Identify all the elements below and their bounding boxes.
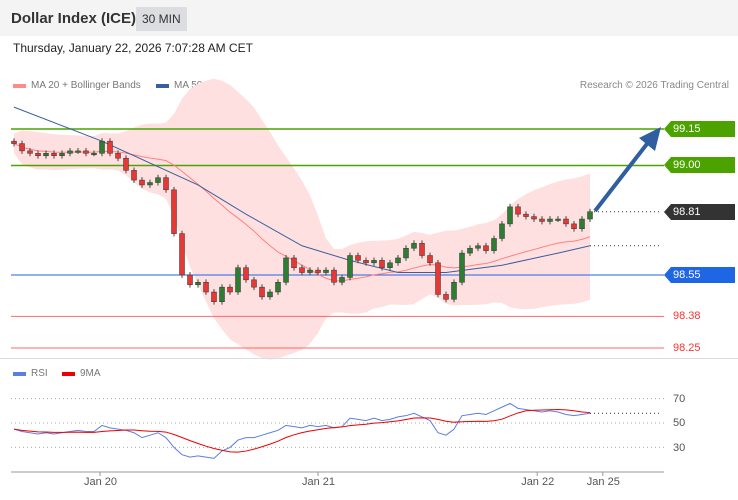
resistance-1-label: 99.00	[664, 157, 735, 173]
candle-down	[483, 245, 489, 251]
candle-up	[475, 245, 481, 249]
candle-down	[363, 260, 369, 264]
panel-divider	[0, 358, 738, 359]
candle-down	[315, 269, 321, 273]
candle-up	[371, 260, 377, 264]
candle-down	[203, 282, 209, 293]
candle-down	[35, 153, 41, 157]
candle-down	[115, 153, 121, 159]
candle-down	[27, 150, 33, 154]
candle-down	[243, 267, 249, 281]
candle-up	[307, 269, 313, 273]
candle-down	[523, 213, 529, 217]
pivot-label: 98.55	[664, 267, 735, 283]
candle-up	[75, 150, 81, 153]
candle-up	[275, 282, 281, 293]
candle-up	[235, 267, 241, 293]
x-tick-label: Jan 25	[586, 476, 620, 488]
candle-up	[147, 182, 153, 186]
candle-up	[587, 211, 593, 220]
candle-up	[155, 177, 161, 183]
candle-down	[187, 274, 193, 285]
candle-up	[459, 252, 465, 283]
candle-up	[387, 262, 393, 268]
candle-up	[59, 153, 65, 157]
candle-up	[195, 282, 201, 285]
candle-up	[67, 150, 73, 154]
candle-down	[379, 260, 385, 268]
candle-down	[211, 291, 217, 302]
candle-down	[427, 255, 433, 264]
candle-down	[571, 223, 577, 230]
candle-down	[515, 206, 521, 215]
candle-up	[283, 257, 289, 283]
candle-up	[43, 153, 49, 157]
candle-up	[339, 277, 345, 283]
candle-down	[51, 153, 57, 157]
candle-up	[403, 247, 409, 259]
rsi-tick-70: 70	[673, 393, 686, 405]
resistance-2-label: 99.15	[664, 121, 735, 137]
support-2-label: 98.25	[673, 342, 701, 354]
candle-down	[83, 150, 89, 154]
last-price-label: 98.81	[664, 204, 735, 220]
candle-up	[555, 218, 561, 221]
candle-down	[179, 233, 185, 276]
candle-down	[291, 257, 297, 268]
bollinger-band	[14, 78, 590, 360]
candle-up	[219, 286, 225, 302]
candle-down	[355, 255, 361, 261]
candle-up	[267, 291, 273, 298]
candle-up	[499, 223, 505, 239]
candle-down	[123, 157, 129, 171]
candle-up	[99, 140, 105, 154]
candle-down	[539, 218, 545, 222]
candle-down	[299, 267, 305, 273]
price-chart	[11, 78, 664, 476]
x-tick-label: Jan 20	[84, 476, 118, 488]
candle-down	[443, 294, 449, 300]
candle-down	[171, 189, 177, 234]
candle-down	[563, 218, 569, 225]
x-tick-label: Jan 21	[302, 476, 336, 488]
candle-down	[131, 170, 137, 181]
forecast-arrow	[593, 138, 652, 213]
candle-down	[139, 179, 145, 186]
candle-up	[395, 257, 401, 264]
candle-up	[347, 255, 353, 278]
candle-down	[435, 262, 441, 295]
candle-up	[507, 206, 513, 225]
candle-down	[107, 140, 113, 154]
candle-up	[491, 238, 497, 251]
rsi-tick-30: 30	[673, 442, 686, 454]
candle-down	[163, 177, 169, 191]
rsi-line	[13, 402, 591, 459]
candle-down	[227, 286, 233, 293]
support-1-label: 98.38	[673, 310, 701, 322]
candle-up	[91, 153, 97, 156]
candle-down	[531, 216, 537, 220]
candle-down	[419, 243, 425, 256]
candle-up	[451, 282, 457, 300]
candle-down	[331, 269, 337, 283]
rsi-ma-line	[13, 408, 591, 453]
candle-up	[411, 243, 417, 249]
candle-down	[251, 279, 257, 288]
x-tick-label: Jan 22	[521, 476, 555, 488]
candle-down	[11, 140, 17, 144]
candle-up	[323, 269, 329, 273]
candle-up	[547, 218, 553, 222]
candle-down	[19, 143, 25, 152]
candle-down	[259, 286, 265, 298]
candle-up	[579, 218, 585, 230]
candle-up	[467, 247, 473, 254]
rsi-tick-50: 50	[673, 417, 686, 429]
